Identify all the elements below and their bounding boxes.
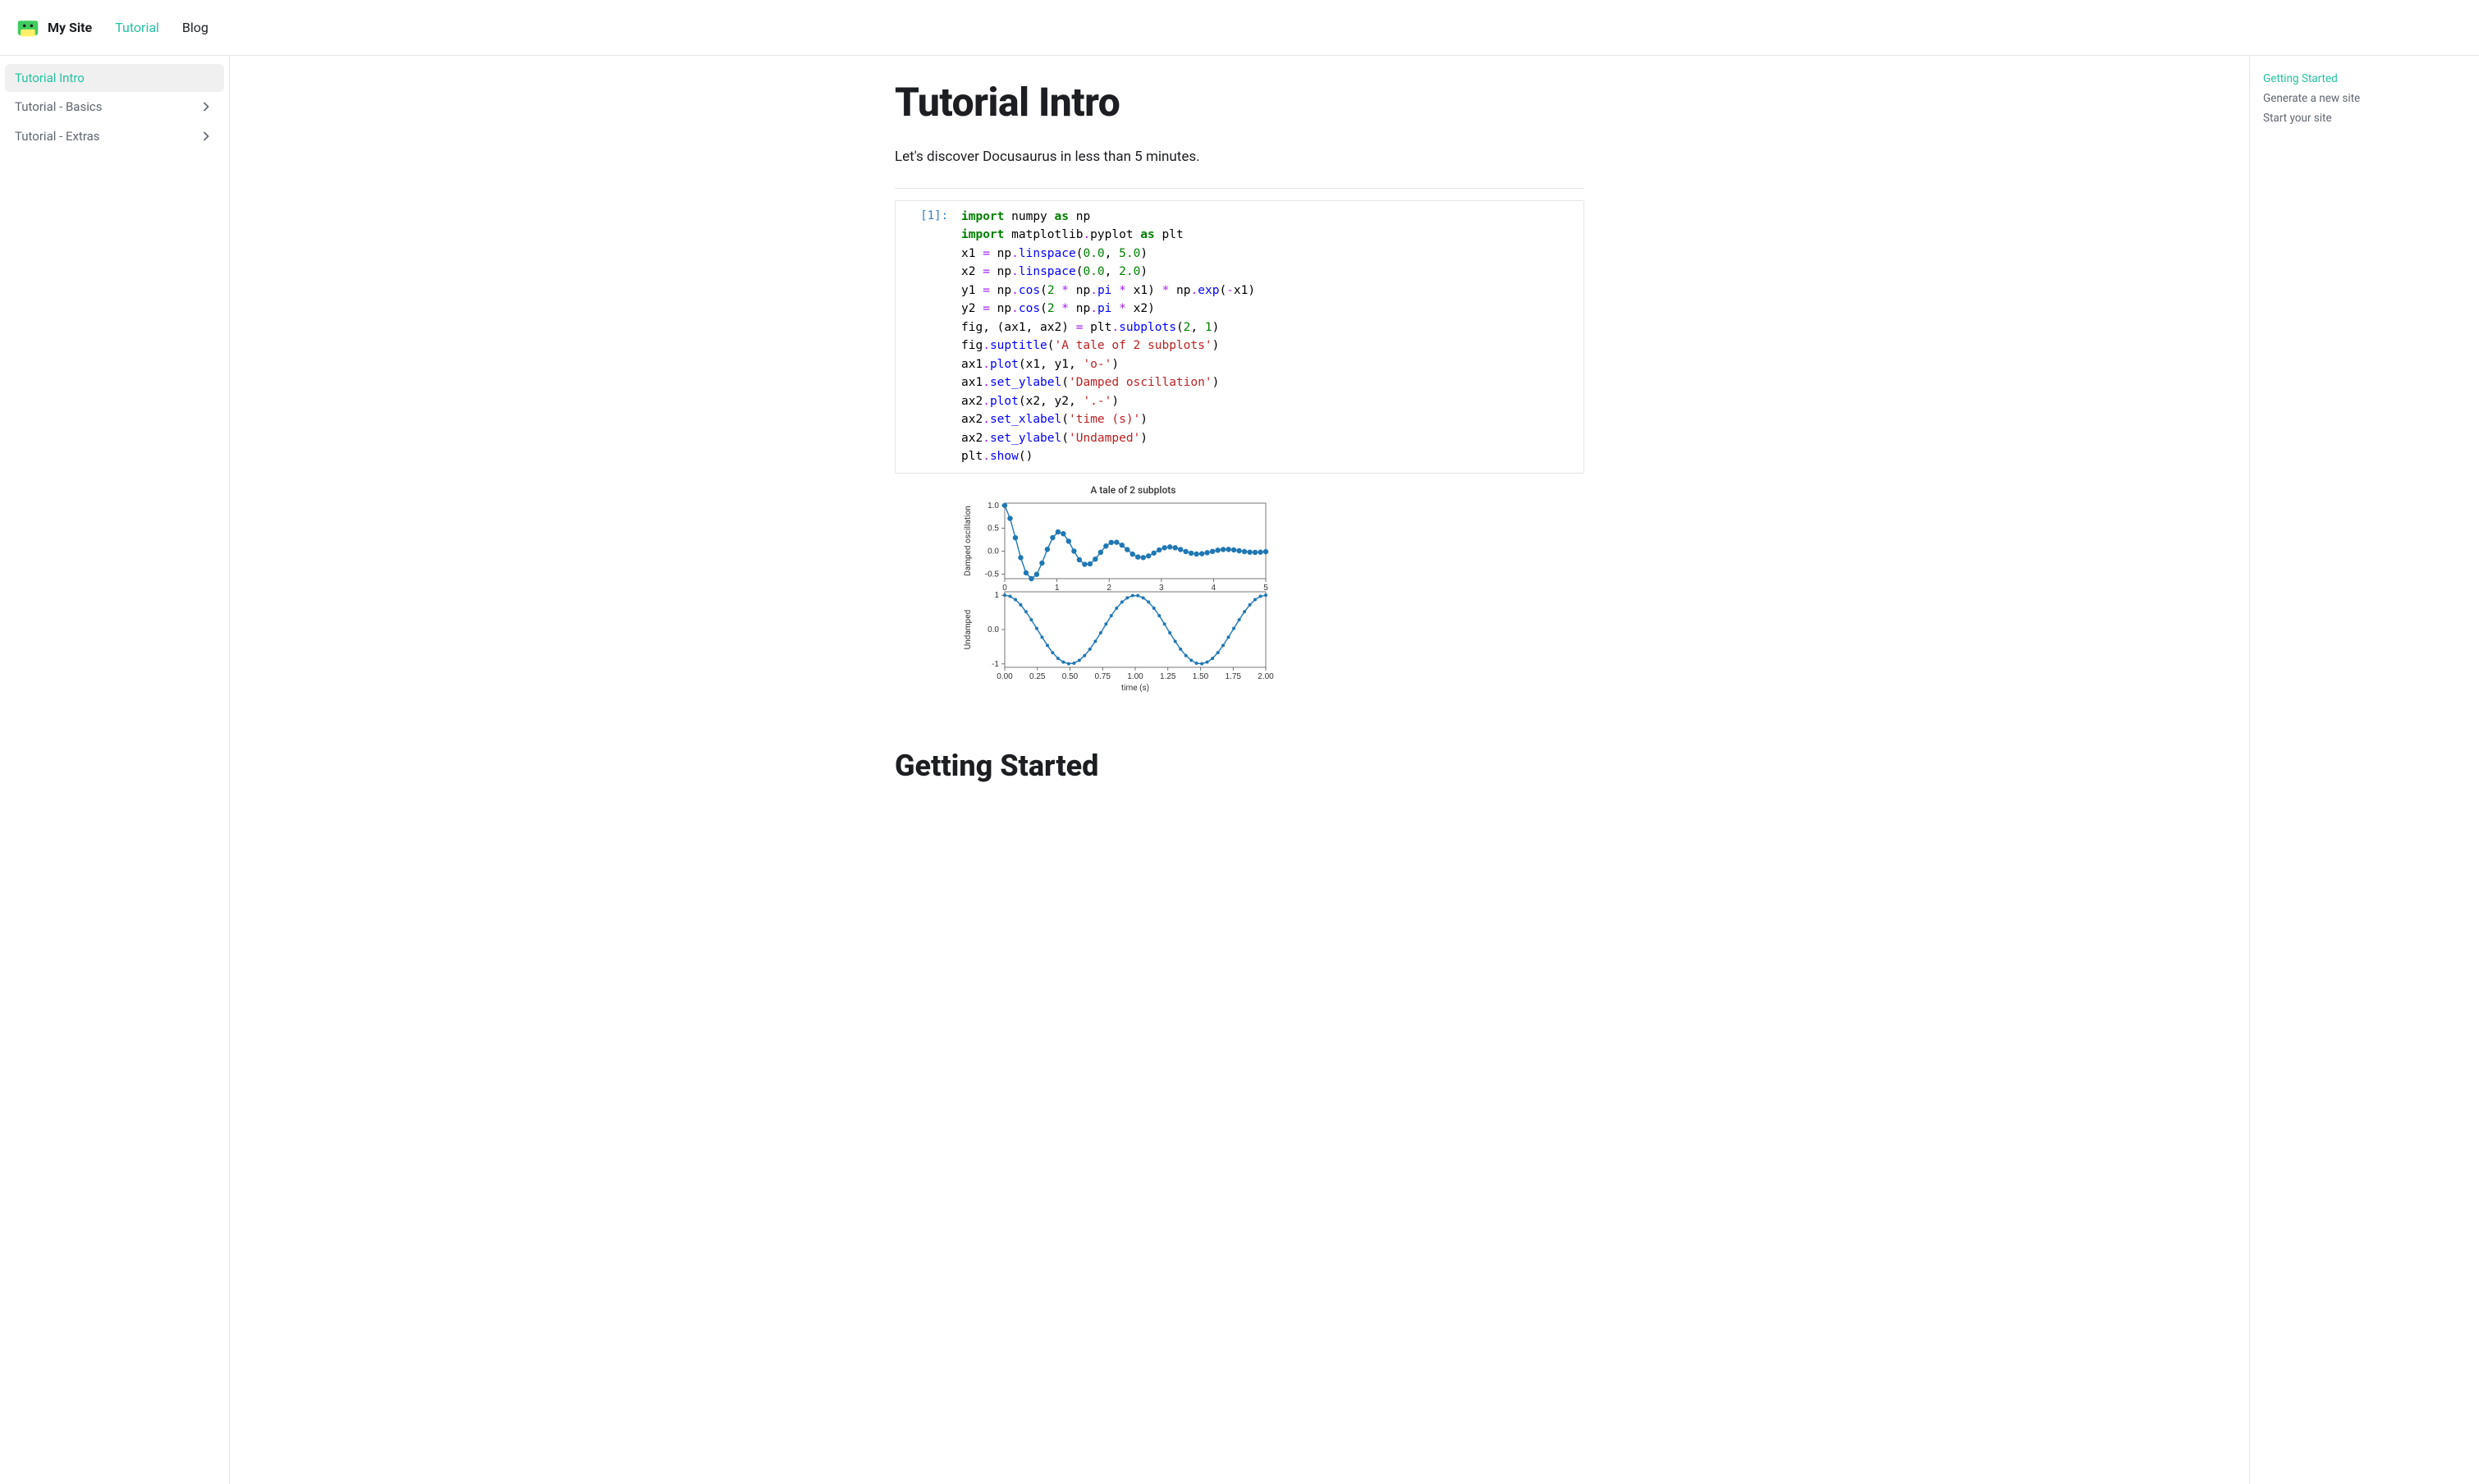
svg-text:Undamped: Undamped bbox=[964, 609, 973, 648]
svg-text:3: 3 bbox=[1159, 584, 1164, 593]
cell-prompt: [1]: bbox=[896, 201, 955, 473]
svg-text:0.5: 0.5 bbox=[987, 524, 999, 533]
toc-item-start-your-site[interactable]: Start your site bbox=[2263, 108, 2466, 128]
svg-text:0.75: 0.75 bbox=[1095, 672, 1111, 681]
code-source: import numpy as np import matplotlib.pyp… bbox=[955, 201, 1583, 473]
docusaurus-logo-icon bbox=[16, 16, 39, 39]
chevron-right-icon bbox=[198, 128, 214, 144]
svg-text:A tale of 2 subplots: A tale of 2 subplots bbox=[1090, 484, 1175, 496]
code-cell: [1]: import numpy as np import matplotli… bbox=[895, 200, 1584, 474]
toc-item-getting-started[interactable]: Getting Started bbox=[2263, 69, 2466, 89]
section-heading-getting-started: Getting Started bbox=[895, 749, 1584, 783]
lead-paragraph: Let's discover Docusaurus in less than 5… bbox=[895, 149, 1584, 165]
svg-text:-1: -1 bbox=[992, 659, 999, 668]
svg-text:0.0: 0.0 bbox=[987, 625, 999, 634]
svg-text:1.75: 1.75 bbox=[1226, 672, 1242, 681]
nav-link-blog[interactable]: Blog bbox=[182, 20, 208, 35]
chevron-right-icon bbox=[198, 98, 214, 115]
chart-output: A tale of 2 subplots-0.50.00.51.0012345D… bbox=[954, 482, 1584, 716]
svg-text:4: 4 bbox=[1212, 584, 1217, 593]
navbar: My Site Tutorial Blog bbox=[0, 0, 2479, 56]
page-title: Tutorial Intro bbox=[895, 79, 1584, 126]
svg-text:2: 2 bbox=[1107, 584, 1111, 593]
svg-text:Damped oscillation: Damped oscillation bbox=[964, 506, 973, 576]
svg-text:1.00: 1.00 bbox=[1127, 672, 1143, 681]
matplotlib-figure: A tale of 2 subplots-0.50.00.51.0012345D… bbox=[954, 482, 1274, 716]
svg-text:5: 5 bbox=[1263, 584, 1268, 593]
divider bbox=[895, 188, 1584, 189]
svg-text:0.50: 0.50 bbox=[1062, 672, 1079, 681]
sidebar: Tutorial Intro Tutorial - Basics Tutoria… bbox=[0, 56, 230, 1484]
svg-text:0.0: 0.0 bbox=[987, 547, 999, 556]
logo-link[interactable]: My Site bbox=[16, 16, 92, 39]
svg-text:-0.5: -0.5 bbox=[985, 570, 1000, 579]
svg-text:2.00: 2.00 bbox=[1258, 672, 1274, 681]
article: Tutorial Intro Let's discover Docusaurus… bbox=[862, 56, 1617, 1484]
sidebar-item-label: Tutorial - Extras bbox=[15, 129, 100, 144]
site-title: My Site bbox=[48, 20, 92, 35]
svg-text:1: 1 bbox=[994, 591, 999, 600]
svg-text:1.50: 1.50 bbox=[1193, 672, 1209, 681]
main: Tutorial Intro Let's discover Docusaurus… bbox=[230, 56, 2479, 1484]
sidebar-item-tutorial-basics[interactable]: Tutorial - Basics bbox=[5, 92, 224, 121]
table-of-contents: Getting Started Generate a new site Star… bbox=[2249, 56, 2479, 1484]
sidebar-item-label: Tutorial - Basics bbox=[15, 99, 102, 114]
sidebar-item-tutorial-intro[interactable]: Tutorial Intro bbox=[5, 64, 224, 92]
toc-item-generate-new-site[interactable]: Generate a new site bbox=[2263, 89, 2466, 108]
sidebar-item-tutorial-extras[interactable]: Tutorial - Extras bbox=[5, 121, 224, 151]
svg-text:0: 0 bbox=[1002, 584, 1007, 593]
svg-text:1.0: 1.0 bbox=[987, 501, 999, 510]
sidebar-item-label: Tutorial Intro bbox=[15, 71, 85, 85]
svg-text:0.00: 0.00 bbox=[997, 672, 1013, 681]
svg-text:1.25: 1.25 bbox=[1160, 672, 1176, 681]
svg-text:0.25: 0.25 bbox=[1029, 672, 1046, 681]
nav-link-tutorial[interactable]: Tutorial bbox=[115, 20, 159, 35]
svg-text:time (s): time (s) bbox=[1121, 683, 1149, 693]
svg-text:1: 1 bbox=[1055, 584, 1060, 593]
